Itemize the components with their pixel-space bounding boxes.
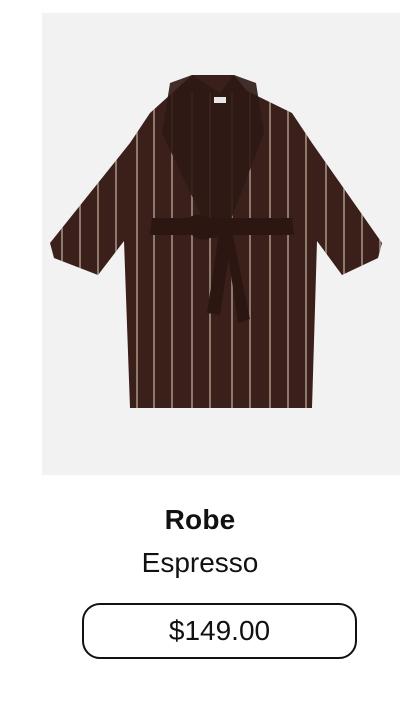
price-button[interactable]: $149.00 — [82, 603, 357, 659]
product-image[interactable] — [42, 13, 400, 475]
price-label: $149.00 — [168, 615, 271, 646]
robe-image — [50, 75, 382, 408]
product-card[interactable]: Robe Espresso $149.00 — [0, 0, 400, 721]
product-color: Espresso — [141, 547, 259, 578]
product-name[interactable]: Robe — [0, 504, 400, 536]
